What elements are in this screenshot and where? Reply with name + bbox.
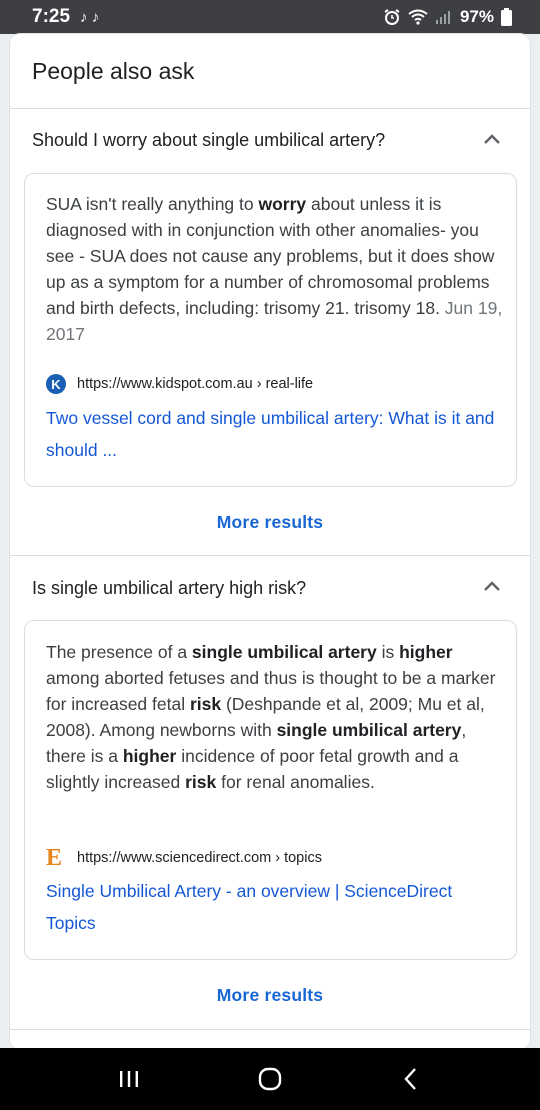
status-bar: 7:25 ♪ ♪ 97% [0, 0, 540, 34]
source-title-link[interactable]: Two vessel cord and single umbilical art… [46, 402, 506, 466]
source-row-2[interactable]: E https://www.sciencedirect.com › topics [46, 845, 322, 871]
more-results-button[interactable]: More results [10, 985, 530, 1006]
navigation-bar [0, 1048, 540, 1110]
recents-icon[interactable] [118, 1068, 140, 1090]
alarm-icon [384, 9, 400, 25]
source-title-link[interactable]: Single Umbilical Artery - an overview | … [46, 875, 506, 939]
question-2[interactable]: Is single umbilical artery high risk? [32, 578, 306, 599]
answer-text-1: SUA isn't really anything to worry about… [46, 191, 506, 347]
sciencedirect-favicon-icon: E [46, 845, 63, 871]
divider [10, 1029, 530, 1030]
wifi-icon [408, 9, 428, 25]
answer-snippet: SUA isn't really anything to worry about… [46, 194, 495, 318]
back-icon[interactable] [400, 1066, 422, 1092]
more-results-button[interactable]: More results [10, 512, 530, 533]
tiktok-notification-icons: ♪ ♪ [80, 8, 100, 26]
answer-box-2: The presence of a single umbilical arter… [24, 620, 517, 960]
kidspot-favicon-icon: K [46, 374, 66, 394]
status-time: 7:25 [32, 6, 71, 27]
battery-percent: 97% [459, 7, 494, 26]
source-url[interactable]: https://www.kidspot.com.au › real-life [77, 376, 313, 392]
answer-text-2: The presence of a single umbilical arter… [46, 639, 506, 795]
divider [10, 108, 530, 109]
status-icons: 97% [383, 0, 512, 34]
signal-icon [435, 11, 450, 24]
answer-snippet: The presence of a single umbilical arter… [46, 642, 496, 792]
chevron-up-icon[interactable] [482, 579, 502, 593]
source-url[interactable]: https://www.sciencedirect.com › topics [77, 850, 322, 866]
section-title: People also ask [32, 58, 195, 84]
battery-icon [501, 8, 512, 26]
chevron-up-icon[interactable] [482, 132, 502, 146]
home-icon[interactable] [257, 1066, 283, 1092]
people-also-ask-card: People also ask Should I worry about sin… [10, 34, 530, 1049]
source-row-1[interactable]: K https://www.kidspot.com.au › real-life [46, 374, 313, 394]
divider [10, 555, 530, 556]
question-1[interactable]: Should I worry about single umbilical ar… [32, 130, 385, 151]
answer-box-1: SUA isn't really anything to worry about… [24, 173, 517, 487]
